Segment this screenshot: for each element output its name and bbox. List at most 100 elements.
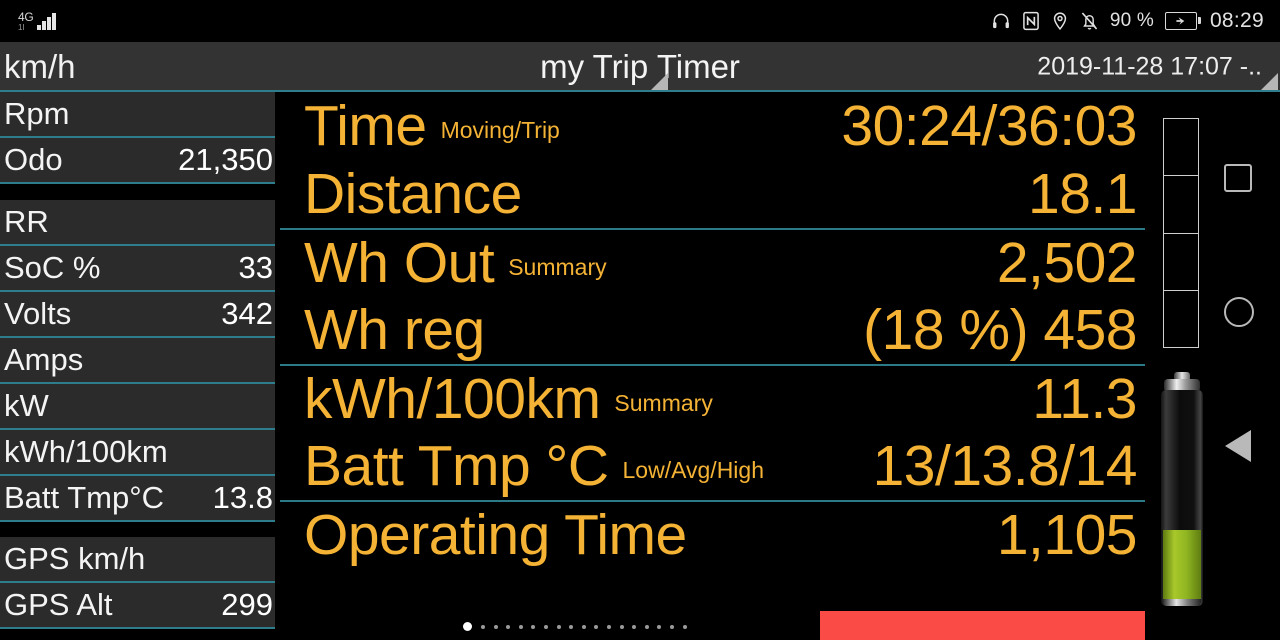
android-status-bar: 4G 1I 90 % 08:29 xyxy=(0,0,1280,42)
page-dot[interactable] xyxy=(463,622,473,631)
headphones-icon xyxy=(991,11,1011,31)
sidebar-row-gps-speed[interactable]: GPS km/h xyxy=(0,537,275,583)
trip-row-label: Operating Time xyxy=(304,502,687,567)
trip-row-batt-temp[interactable]: Batt Tmp °C Low/Avg/High 13/13.8/14 xyxy=(280,432,1145,500)
trip-row-sublabel: Low/Avg/High xyxy=(622,456,765,483)
page-dot[interactable] xyxy=(531,624,536,629)
sidebar-row-rpm[interactable]: Rpm xyxy=(0,92,275,138)
trip-row-label: Batt Tmp °C xyxy=(304,433,609,498)
back-triangle-icon[interactable] xyxy=(1225,430,1251,462)
sidebar-label: Odo xyxy=(4,142,63,177)
sidebar-row-batt-temp[interactable]: Batt Tmp°C 13.8 xyxy=(0,476,275,522)
clock-label: 08:29 xyxy=(1209,9,1264,32)
sidebar-group-battery: RR SoC % 33 Volts 342 Amps kW kWh/100km xyxy=(0,200,275,522)
sidebar-group-divider xyxy=(0,184,275,200)
network-type-label: 4G xyxy=(18,9,34,24)
metrics-sidebar: Rpm Odo 21,350 RR SoC % 33 Volts 342 Amp… xyxy=(0,92,275,640)
sidebar-label: GPS Alt xyxy=(4,587,113,622)
trip-row-distance[interactable]: Distance 18.1 xyxy=(280,160,1145,228)
page-dot[interactable] xyxy=(581,624,586,629)
segment-gauge xyxy=(1163,118,1199,348)
trip-row-label: Distance xyxy=(304,161,522,226)
trip-row-operating-time[interactable]: Operating Time 1,105 xyxy=(280,500,1145,568)
sidebar-label: Batt Tmp°C xyxy=(4,480,164,515)
sidebar-label: RR xyxy=(4,204,49,239)
trip-summary-panel: Time Moving/Trip 30:24/36:03 Distance 18… xyxy=(280,92,1145,640)
battery-charging-icon xyxy=(1164,12,1201,30)
app-title-bar: km/h my Trip Timer 2019-11-28 17:07 -.. xyxy=(0,42,1280,92)
gauge-segment xyxy=(1164,233,1198,291)
trip-row-label: Time xyxy=(304,93,427,158)
sidebar-row-soc[interactable]: SoC % 33 xyxy=(0,246,275,292)
sidebar-row-rr[interactable]: RR xyxy=(0,200,275,246)
page-dot[interactable] xyxy=(619,624,624,629)
page-dot[interactable] xyxy=(594,624,599,629)
gauge-segment xyxy=(1164,290,1198,347)
mute-bell-icon xyxy=(1080,11,1099,31)
trip-row-value: 18.1 xyxy=(1028,161,1137,226)
sidebar-row-gps-alt[interactable]: GPS Alt 299 xyxy=(0,583,275,629)
sidebar-label: kW xyxy=(4,388,49,423)
location-icon xyxy=(1051,11,1069,31)
trip-row-wh-reg[interactable]: Wh reg (18 %) 458 xyxy=(280,296,1145,364)
trip-row-sublabel: Summary xyxy=(614,389,713,416)
spinner-corner-icon-left[interactable] xyxy=(651,73,668,90)
sidebar-label: kWh/100km xyxy=(4,434,168,469)
page-dot[interactable] xyxy=(606,624,611,629)
page-dot[interactable] xyxy=(669,624,674,629)
sidebar-value: 13.8 xyxy=(212,480,273,515)
trip-row-label: Wh Out xyxy=(304,230,495,295)
trip-row-wh-out[interactable]: Wh Out Summary 2,502 xyxy=(280,228,1145,296)
recents-square-icon[interactable] xyxy=(1224,164,1252,192)
app-root: 4G 1I 90 % 08:29 km/h my Trip Timer 2019… xyxy=(0,0,1280,640)
alert-status-bar[interactable] xyxy=(820,611,1145,640)
trip-row-label: kWh/100km xyxy=(304,366,601,431)
page-dot[interactable] xyxy=(682,624,687,629)
sidebar-value: 342 xyxy=(221,296,273,331)
network-sub-label: 1I xyxy=(18,22,25,32)
gauge-segment xyxy=(1164,119,1198,177)
signal-strength-icon xyxy=(37,12,56,30)
page-dot[interactable] xyxy=(657,624,662,629)
sidebar-row-volts[interactable]: Volts 342 xyxy=(0,292,275,338)
page-indicator-dots[interactable] xyxy=(285,622,865,631)
battery-fill-level xyxy=(1163,529,1201,601)
page-dot[interactable] xyxy=(481,624,486,629)
spinner-corner-icon-right[interactable] xyxy=(1261,73,1278,90)
trip-row-value: 2,502 xyxy=(996,230,1138,295)
trip-row-value: 11.3 xyxy=(1032,366,1137,431)
sidebar-row-kw[interactable]: kW xyxy=(0,384,275,430)
trip-row-value: 1,105 xyxy=(996,502,1138,567)
battery-body xyxy=(1161,390,1203,606)
trip-date-label[interactable]: 2019-11-28 17:07 -.. xyxy=(1037,53,1262,82)
page-dot[interactable] xyxy=(544,624,549,629)
battery-percent-label: 90 % xyxy=(1109,10,1154,31)
sidebar-label: Amps xyxy=(4,342,84,377)
trip-row-label: Wh reg xyxy=(304,297,485,362)
trip-row-value: (18 %) 458 xyxy=(863,297,1137,362)
sidebar-label: Rpm xyxy=(4,96,70,131)
page-dot[interactable] xyxy=(556,624,561,629)
trip-row-kwh-per-100km[interactable]: kWh/100km Summary 11.3 xyxy=(280,364,1145,432)
sidebar-value: 299 xyxy=(221,587,273,622)
page-dot[interactable] xyxy=(518,624,523,629)
trip-row-value: 30:24/36:03 xyxy=(841,93,1137,158)
sidebar-group-divider xyxy=(0,522,275,537)
page-dot[interactable] xyxy=(632,624,637,629)
sidebar-row-amps[interactable]: Amps xyxy=(0,338,275,384)
sidebar-label: GPS km/h xyxy=(4,541,146,576)
trip-row-sublabel: Summary xyxy=(508,253,607,280)
page-dot[interactable] xyxy=(506,624,511,629)
sidebar-value: 33 xyxy=(238,250,273,285)
home-circle-icon[interactable] xyxy=(1224,297,1254,327)
sidebar-row-odo[interactable]: Odo 21,350 xyxy=(0,138,275,184)
status-bar-left: 4G 1I xyxy=(18,0,56,42)
page-dot[interactable] xyxy=(644,624,649,629)
trip-row-time[interactable]: Time Moving/Trip 30:24/36:03 xyxy=(280,92,1145,160)
page-dot[interactable] xyxy=(493,624,498,629)
right-gauge-panel xyxy=(1145,92,1280,640)
trip-row-sublabel: Moving/Trip xyxy=(440,116,560,143)
sidebar-row-kwh-per-100km[interactable]: kWh/100km xyxy=(0,430,275,476)
nfc-icon xyxy=(1022,11,1040,31)
page-dot[interactable] xyxy=(569,624,574,629)
